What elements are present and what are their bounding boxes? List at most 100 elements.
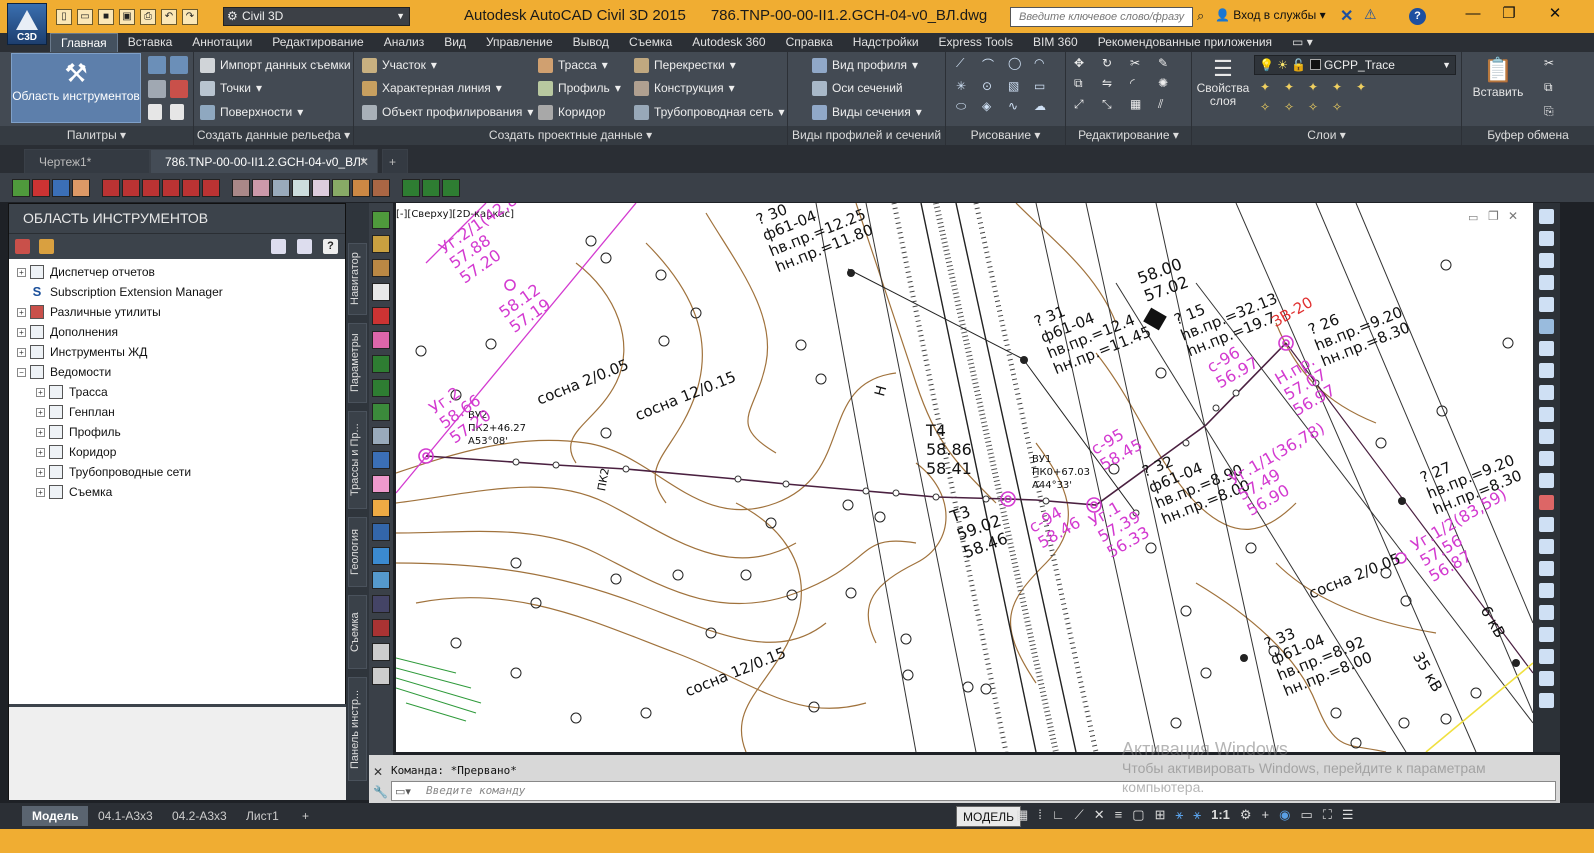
edit-toolbox-icon[interactable] — [39, 239, 54, 254]
viewport-minimize-icon[interactable]: ▭ — [1468, 211, 1478, 224]
command-prompt-icon[interactable]: ▭▾ — [395, 785, 411, 798]
point-icon[interactable]: ⊙ — [982, 79, 1006, 93]
tool-icon[interactable] — [372, 379, 390, 397]
viewport-restore-icon[interactable]: ❐ — [1488, 209, 1499, 223]
sample-lines-button[interactable]: Оси сечений — [812, 77, 903, 99]
properties-icon[interactable] — [170, 56, 188, 74]
help-icon[interactable]: ? — [1409, 8, 1426, 25]
tool-icon[interactable] — [1539, 627, 1554, 642]
tool-icon[interactable] — [1539, 649, 1554, 664]
tree-view-icon[interactable] — [271, 239, 286, 254]
workspace-select[interactable]: ⚙ Civil 3D ▼ — [223, 7, 410, 26]
maximize-button[interactable]: ❐ — [1492, 0, 1526, 30]
fillet-icon[interactable]: ◜ — [1130, 76, 1156, 91]
tool-icon[interactable] — [1539, 495, 1554, 510]
measure-icon[interactable] — [232, 178, 250, 197]
import-survey-button[interactable]: Импорт данных съемки — [200, 54, 351, 76]
layout-tab-model[interactable]: Модель — [22, 806, 89, 826]
tab-survey[interactable]: Съемка — [619, 33, 682, 52]
grid-icon[interactable]: ▦ — [1016, 807, 1028, 823]
selection-cycle-icon[interactable]: ⊞ — [1155, 807, 1166, 823]
tab-analyze[interactable]: Анализ — [374, 33, 435, 52]
scale-icon[interactable]: ⤡ — [1102, 97, 1128, 112]
transparency-icon[interactable]: ▢ — [1132, 807, 1144, 823]
layout-tab-042[interactable]: 04.2-А3х3 — [162, 806, 237, 826]
offset-icon[interactable]: ⫽ — [1158, 97, 1184, 112]
expand-icon[interactable]: + — [17, 347, 26, 357]
tool-icon[interactable] — [372, 499, 390, 517]
toolbox-icon[interactable] — [15, 239, 30, 254]
tool-icon[interactable] — [1539, 253, 1554, 268]
draw-panel-title[interactable]: Рисование ▾ — [946, 126, 1065, 145]
tool-icon[interactable] — [1539, 473, 1554, 488]
points-button[interactable]: Точки ▾ — [200, 77, 262, 99]
tool-icon[interactable] — [1539, 671, 1554, 686]
hatch-icon[interactable]: ▧ — [1008, 79, 1032, 93]
line-tool-icon[interactable] — [182, 178, 200, 197]
annotation-visibility-icon[interactable]: ⚹ — [1175, 807, 1183, 823]
expand-icon[interactable]: + — [36, 407, 45, 417]
tool-icon[interactable] — [1539, 693, 1554, 708]
move-icon[interactable]: ✥ — [1074, 56, 1100, 70]
tree-item-subscription[interactable]: S Subscription Extension Manager — [9, 282, 345, 302]
layer-tool-icon[interactable]: ✦ — [1260, 80, 1282, 94]
add-layout-button[interactable]: + — [292, 806, 319, 826]
open-icon[interactable]: ▭ — [77, 8, 93, 25]
corridor-button[interactable]: Коридор — [538, 101, 605, 123]
close-command-icon[interactable]: ✕ — [373, 765, 383, 779]
tool-icon[interactable] — [372, 235, 390, 253]
toolspace-button[interactable]: ⚒ Область инструментов — [11, 53, 141, 123]
measure-icon[interactable] — [272, 178, 290, 197]
copy-clip-icon[interactable]: ⧉ — [1544, 80, 1553, 95]
tool-icon[interactable] — [1539, 517, 1554, 532]
tab-geology[interactable]: Геология — [348, 517, 367, 587]
tool-icon[interactable] — [1539, 209, 1554, 224]
plot-icon[interactable]: ⎙ — [140, 8, 156, 25]
design-panel-title[interactable]: Создать проектные данные ▾ — [354, 126, 787, 145]
excel-icon[interactable] — [422, 178, 440, 197]
tree-item-survey[interactable]: + Съемка — [9, 482, 345, 502]
expand-icon[interactable]: + — [36, 427, 45, 437]
profile-button[interactable]: Профиль ▾ — [538, 77, 621, 99]
grid-icon[interactable] — [292, 178, 310, 197]
expand-icon[interactable]: + — [17, 307, 26, 317]
surfaces-button[interactable]: Поверхности ▾ — [200, 101, 303, 123]
chart-icon[interactable] — [352, 178, 370, 197]
chart-icon[interactable] — [372, 178, 390, 197]
region-icon[interactable]: ◈ — [982, 99, 1006, 114]
search-input[interactable]: Введите ключевое слово/фразу — [1010, 7, 1193, 27]
excel-icon[interactable] — [442, 178, 460, 197]
line-tool-icon[interactable] — [122, 178, 140, 197]
line-icon[interactable]: ⟋ — [956, 56, 980, 73]
nosign-icon[interactable] — [72, 178, 90, 197]
layer-tool-icon[interactable]: ✦ — [1284, 80, 1306, 94]
line-tool-icon[interactable] — [202, 178, 220, 197]
mirror-icon[interactable]: ⇋ — [1102, 76, 1128, 91]
tool-icon[interactable] — [1539, 451, 1554, 466]
expand-icon[interactable]: + — [36, 387, 45, 397]
arc-icon[interactable]: ◠ — [1034, 56, 1058, 73]
tab-help[interactable]: Справка — [776, 33, 843, 52]
tool-icon[interactable] — [1539, 231, 1554, 246]
tab-view[interactable]: Вид — [434, 33, 476, 52]
layer-tool-icon[interactable]: ✦ — [1356, 80, 1378, 94]
layer-tool-icon[interactable]: ✧ — [1284, 100, 1306, 114]
list-view-icon[interactable] — [297, 239, 312, 254]
edit-icon[interactable]: ✎ — [1158, 56, 1184, 70]
layout-tab-sheet1[interactable]: Лист1 — [236, 806, 289, 826]
tree-item-siteplan[interactable]: + Генплан — [9, 402, 345, 422]
application-menu-button[interactable]: C3D — [7, 3, 47, 45]
isolate-icon[interactable]: ◉ — [1279, 807, 1290, 823]
tree-item-addons[interactable]: + Дополнения — [9, 322, 345, 342]
clean-screen-icon[interactable]: ⛶ — [1323, 807, 1332, 823]
tool-icon[interactable] — [372, 571, 390, 589]
section-views-button[interactable]: Виды сечения ▾ — [812, 101, 922, 123]
intersections-button[interactable]: Перекрестки ▾ — [634, 54, 736, 76]
layers-panel-title[interactable]: Слои ▾ — [1192, 126, 1461, 145]
customize-icon[interactable]: ☰ — [1342, 807, 1354, 823]
lineweight-icon[interactable]: ≡ — [1115, 807, 1123, 823]
doc-tab-drawing1[interactable]: Чертеж1* — [24, 149, 150, 173]
hardware-icon[interactable]: ▭ — [1300, 807, 1312, 823]
prospector-icon[interactable] — [148, 56, 166, 74]
layer-properties-button[interactable]: ☰ Свойства слоя — [1196, 56, 1250, 108]
